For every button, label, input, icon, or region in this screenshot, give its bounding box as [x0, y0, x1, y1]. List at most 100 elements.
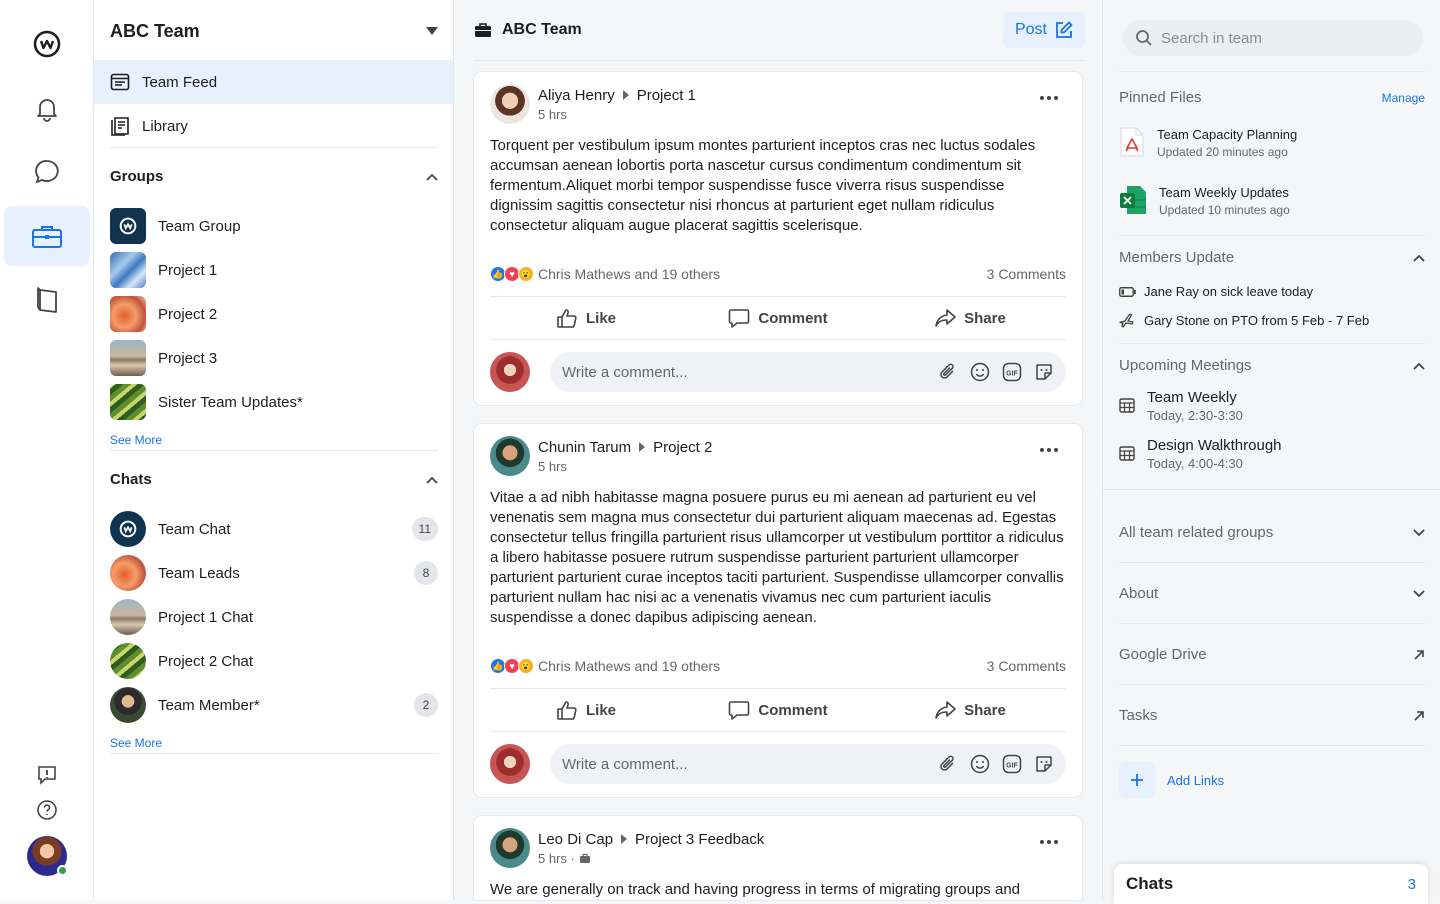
- share-button[interactable]: Share: [874, 700, 1066, 720]
- chats-header[interactable]: Chats: [110, 471, 438, 488]
- book-icon[interactable]: [4, 270, 90, 330]
- chats-dock[interactable]: Chats 3: [1114, 864, 1428, 904]
- emoji-icon[interactable]: [970, 754, 990, 774]
- all-team-groups-section[interactable]: All team related groups: [1119, 524, 1425, 541]
- chat-bubble-icon[interactable]: [4, 142, 90, 202]
- post-target[interactable]: Project 2: [653, 439, 712, 456]
- manage-link[interactable]: Manage: [1382, 91, 1425, 105]
- bell-icon[interactable]: [4, 78, 90, 138]
- svg-text:GIF: GIF: [1006, 763, 1018, 770]
- divider: [110, 450, 438, 451]
- feedback-icon[interactable]: [30, 760, 64, 790]
- comments-count[interactable]: 3 Comments: [987, 266, 1066, 282]
- sticker-icon[interactable]: [1034, 754, 1054, 774]
- comment-input[interactable]: Write a comment... GIF: [550, 744, 1066, 784]
- member-update-item[interactable]: Jane Ray on sick leave today: [1119, 284, 1313, 299]
- pinned-file[interactable]: Team Weekly Updates Updated 10 minutes ag…: [1119, 185, 1290, 217]
- chevron-down-icon: [1413, 528, 1425, 536]
- group-item-sister-team[interactable]: Sister Team Updates*: [110, 382, 438, 422]
- attach-icon[interactable]: [938, 362, 958, 382]
- emoji-icon[interactable]: [970, 362, 990, 382]
- author-avatar[interactable]: [490, 828, 530, 868]
- feed-icon: [110, 73, 130, 91]
- chat-item-project-2-chat[interactable]: Project 2 Chat: [110, 641, 438, 681]
- reactions-summary[interactable]: 👍 ♥ 😮 Chris Mathews and 19 others 3 Commen…: [490, 654, 1066, 678]
- team-switcher[interactable]: ABC Team: [110, 20, 438, 42]
- comment-button[interactable]: Comment: [682, 308, 874, 328]
- more-icon[interactable]: [1040, 96, 1058, 100]
- attach-icon[interactable]: [938, 754, 958, 774]
- like-button[interactable]: Like: [490, 700, 682, 720]
- comment-label: Comment: [758, 701, 828, 719]
- group-label: Project 3: [158, 349, 218, 367]
- chats-see-more-link[interactable]: See More: [110, 736, 162, 750]
- author-name[interactable]: Aliya Henry: [538, 87, 615, 104]
- divider: [1119, 235, 1425, 236]
- more-icon[interactable]: [1040, 840, 1058, 844]
- share-label: Share: [964, 701, 1006, 719]
- group-thumbnail: [110, 340, 146, 376]
- comments-count[interactable]: 3 Comments: [987, 658, 1066, 674]
- divider: [1119, 343, 1425, 344]
- gif-icon[interactable]: GIF: [1002, 754, 1022, 774]
- groups-see-more-link[interactable]: See More: [110, 433, 162, 447]
- group-item-project-3[interactable]: Project 3: [110, 338, 438, 378]
- share-icon: [935, 309, 956, 327]
- post-target[interactable]: Project 3 Feedback: [635, 831, 764, 848]
- workplace-logo-icon[interactable]: [4, 14, 90, 74]
- divider: [110, 147, 438, 148]
- team-sidebar: ABC Team Team Feed Library Groups Team G…: [94, 0, 454, 900]
- author-name[interactable]: Chunin Tarum: [538, 439, 631, 456]
- comment-input[interactable]: Write a comment... GIF: [550, 352, 1066, 392]
- groups-header[interactable]: Groups: [110, 168, 438, 185]
- google-drive-link[interactable]: Google Drive: [1119, 646, 1425, 663]
- meeting-item[interactable]: Team Weekly Today, 2:30-3:30: [1119, 389, 1243, 423]
- member-update-item[interactable]: Gary Stone on PTO from 5 Feb - 7 Feb: [1119, 312, 1369, 328]
- about-section[interactable]: About: [1119, 585, 1425, 602]
- like-button[interactable]: Like: [490, 308, 682, 328]
- pinned-file[interactable]: Team Capacity Planning Updated 20 minutes…: [1119, 127, 1297, 159]
- help-icon[interactable]: [30, 795, 64, 825]
- gif-icon[interactable]: GIF: [1002, 362, 1022, 382]
- add-links-button[interactable]: Add Links: [1119, 762, 1224, 798]
- post-button[interactable]: Post: [1002, 12, 1085, 48]
- group-item-project-2[interactable]: Project 2: [110, 294, 438, 334]
- library-icon: [111, 117, 129, 136]
- chat-item-project-1-chat[interactable]: Project 1 Chat: [110, 597, 438, 637]
- avatar[interactable]: [27, 836, 68, 876]
- add-links-label: Add Links: [1167, 772, 1225, 788]
- reactions-text: Chris Mathews and 19 others: [538, 266, 721, 282]
- author-avatar[interactable]: [490, 84, 530, 124]
- chat-item-team-leads[interactable]: Team Leads 8: [110, 553, 438, 593]
- post-time[interactable]: 5 hrs: [538, 107, 567, 122]
- nav-team-feed[interactable]: Team Feed: [94, 60, 453, 104]
- chat-item-team-member[interactable]: Team Member* 2: [110, 685, 438, 725]
- search-input[interactable]: Search in team: [1123, 20, 1423, 56]
- upcoming-meetings-header[interactable]: Upcoming Meetings: [1119, 357, 1425, 374]
- chat-thumbnail: [110, 555, 146, 591]
- post-target[interactable]: Project 1: [637, 87, 696, 104]
- reactions-summary[interactable]: 👍 ♥ 😮 Chris Mathews and 19 others 3 Commen…: [490, 262, 1066, 286]
- unread-badge: 2: [414, 693, 438, 717]
- divider: [1119, 71, 1425, 72]
- tasks-link[interactable]: Tasks: [1119, 707, 1425, 724]
- group-label: Team Group: [158, 217, 241, 235]
- chat-item-team-chat[interactable]: Team Chat 11: [110, 509, 438, 549]
- comment-button[interactable]: Comment: [682, 700, 874, 720]
- author-avatar[interactable]: [490, 436, 530, 476]
- nav-library[interactable]: Library: [94, 104, 453, 148]
- group-item-project-1[interactable]: Project 1: [110, 250, 438, 290]
- share-button[interactable]: Share: [874, 308, 1066, 328]
- post-time[interactable]: 5 hrs: [538, 459, 567, 474]
- members-update-header[interactable]: Members Update: [1119, 249, 1425, 266]
- author-name[interactable]: Leo Di Cap: [538, 831, 613, 848]
- file-updated: Updated 20 minutes ago: [1157, 145, 1288, 159]
- groups-title: Groups: [110, 168, 164, 185]
- group-item-team-group[interactable]: Team Group: [110, 206, 438, 246]
- group-label: Project 2: [158, 305, 218, 323]
- post-time[interactable]: 5 hrs ·: [538, 851, 575, 866]
- meeting-item[interactable]: Design Walkthrough Today, 4:00-4:30: [1119, 437, 1282, 471]
- more-icon[interactable]: [1040, 448, 1058, 452]
- briefcase-icon[interactable]: [4, 206, 90, 266]
- sticker-icon[interactable]: [1034, 362, 1054, 382]
